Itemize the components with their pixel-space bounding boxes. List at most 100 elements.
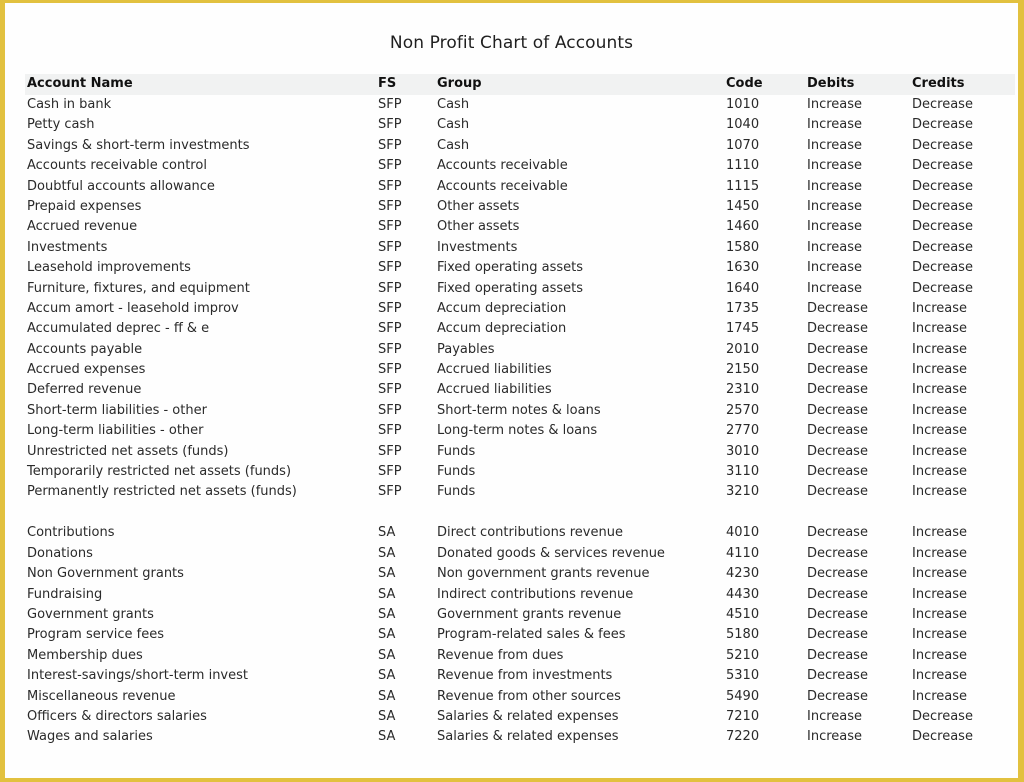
accounts-table: Account Name FS Group Code Debits Credit… [25, 74, 1015, 748]
cell-fs: SFP [378, 219, 402, 235]
cell-fs: SFP [378, 300, 402, 316]
cell-fs: SA [378, 566, 396, 582]
cell-credits: Increase [912, 525, 968, 541]
table-row: Donations SA Donated goods & services reve… [25, 544, 1015, 564]
cell-account-name: Accumulated deprec - ff & e [27, 321, 210, 337]
cell-credits: Decrease [912, 729, 973, 745]
cell-fs: SA [378, 627, 396, 643]
table-row: Membership dues SA Revenue from dues 5210 De… [25, 646, 1015, 666]
cell-group: Indirect contributions revenue [437, 586, 634, 602]
cell-code: 5490 [726, 688, 760, 704]
cell-account-name: Accounts payable [27, 341, 143, 357]
cell-group: Investments [437, 239, 518, 255]
cell-account-name: Government grants [27, 606, 154, 622]
cell-code: 4430 [726, 586, 760, 602]
cell-credits: Increase [912, 423, 968, 439]
header-credits: Credits [912, 76, 965, 91]
cell-debits: Decrease [807, 566, 868, 582]
header-fs: FS [378, 76, 397, 91]
cell-debits: Increase [807, 260, 863, 276]
table-row: Non Government grants SA Non government gr… [25, 564, 1015, 584]
cell-credits: Increase [912, 402, 968, 418]
cell-group: Accounts receivable [437, 158, 568, 174]
cell-account-name: Deferred revenue [27, 382, 142, 398]
cell-debits: Decrease [807, 688, 868, 704]
cell-account-name: Unrestricted net assets (funds) [27, 443, 229, 459]
cell-code: 5210 [726, 647, 760, 663]
cell-group: Short-term notes & loans [437, 402, 601, 418]
table-row: Accumulated deprec - ff & e SFP Accum depr… [25, 319, 1015, 339]
cell-fs: SFP [378, 362, 402, 378]
cell-fs: SFP [378, 117, 402, 133]
cell-credits: Increase [912, 545, 968, 561]
header-debits: Debits [807, 76, 855, 91]
cell-debits: Decrease [807, 382, 868, 398]
sa-section: Contributions SA Direct contributions reve… [25, 523, 1015, 747]
cell-account-name: Furniture, fixtures, and equipment [27, 280, 250, 296]
cell-credits: Decrease [912, 219, 973, 235]
table-row: Petty cash SFP Cash 1040 Increase Decrease [25, 115, 1015, 135]
cell-code: 1735 [726, 300, 760, 316]
cell-fs: SA [378, 708, 396, 724]
cell-debits: Decrease [807, 321, 868, 337]
cell-account-name: Miscellaneous revenue [27, 688, 176, 704]
table-header-row: Account Name FS Group Code Debits Credit… [25, 74, 1015, 95]
cell-account-name: Prepaid expenses [27, 198, 142, 214]
header-account-name: Account Name [27, 76, 133, 91]
cell-account-name: Program service fees [27, 627, 165, 643]
cell-account-name: Temporarily restricted net assets (funds… [27, 464, 292, 480]
table-row: Accrued revenue SFP Other assets 1460 Increa… [25, 217, 1015, 237]
table-row: Accounts payable SFP Payables 2010 Decrease I… [25, 340, 1015, 360]
cell-group: Revenue from investments [437, 668, 613, 684]
cell-account-name: Officers & directors salaries [27, 708, 207, 724]
header-code: Code [726, 76, 763, 91]
cell-account-name: Non Government grants [27, 566, 184, 582]
cell-fs: SFP [378, 484, 402, 500]
cell-code: 5180 [726, 627, 760, 643]
cell-fs: SFP [378, 402, 402, 418]
cell-debits: Decrease [807, 606, 868, 622]
cell-code: 1640 [726, 280, 760, 296]
page-title: Non Profit Chart of Accounts [389, 33, 634, 53]
cell-account-name: Wages and salaries [27, 729, 153, 745]
cell-credits: Decrease [912, 178, 973, 194]
cell-debits: Decrease [807, 545, 868, 561]
cell-debits: Decrease [807, 300, 868, 316]
cell-account-name: Cash in bank [27, 97, 112, 112]
table-row: Officers & directors salaries SA Salaries … [25, 707, 1015, 727]
cell-credits: Increase [912, 464, 968, 480]
table-row: Short-term liabilities - other SFP Short-t… [25, 401, 1015, 421]
cell-credits: Increase [912, 566, 968, 582]
cell-code: 1460 [726, 219, 760, 235]
cell-code: 1115 [726, 178, 760, 194]
cell-debits: Increase [807, 97, 863, 112]
table-row: Savings & short-term investments SFP Cash 1… [25, 136, 1015, 156]
table-row: Permanently restricted net assets (funds… [25, 482, 1015, 502]
cell-debits: Increase [807, 178, 863, 194]
cell-credits: Increase [912, 321, 968, 337]
cell-fs: SA [378, 729, 396, 745]
cell-account-name: Short-term liabilities - other [27, 402, 207, 418]
table-row: Unrestricted net assets (funds) SFP Funds 3… [25, 442, 1015, 462]
cell-debits: Increase [807, 729, 863, 745]
cell-group: Donated goods & services revenue [437, 545, 665, 561]
cell-group: Cash [437, 137, 470, 153]
cell-group: Revenue from other sources [437, 688, 621, 704]
table-row: Temporarily restricted net assets (funds… [25, 462, 1015, 482]
cell-fs: SA [378, 647, 396, 663]
cell-credits: Increase [912, 647, 968, 663]
cell-account-name: Doubtful accounts allowance [27, 178, 215, 194]
cell-group: Salaries & related expenses [437, 729, 619, 745]
cell-credits: Increase [912, 382, 968, 398]
cell-debits: Decrease [807, 627, 868, 643]
cell-fs: SFP [378, 423, 402, 439]
cell-group: Cash [437, 97, 470, 112]
cell-debits: Increase [807, 280, 863, 296]
cell-debits: Increase [807, 158, 863, 174]
cell-fs: SA [378, 668, 396, 684]
sfp-section: Cash in bank SFP Cash 1010 Increase Decrease P… [25, 95, 1015, 503]
cell-fs: SA [378, 688, 396, 704]
cell-credits: Decrease [912, 260, 973, 276]
cell-account-name: Investments [27, 239, 108, 255]
cell-group: Funds [437, 443, 476, 459]
